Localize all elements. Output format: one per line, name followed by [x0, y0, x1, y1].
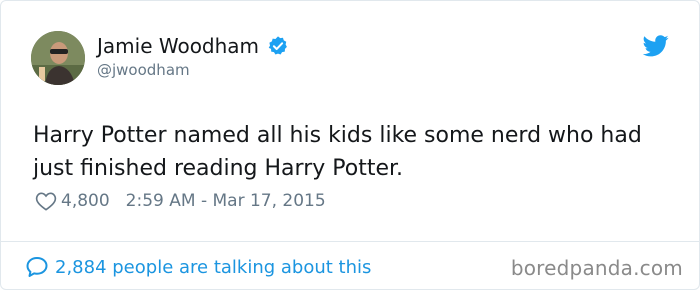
tweet-text: Harry Potter named all his kids like som… [33, 123, 642, 181]
divider [1, 241, 699, 242]
twitter-bird-icon[interactable] [643, 35, 669, 57]
like-count[interactable]: 4,800 [61, 191, 110, 211]
avatar[interactable] [31, 31, 85, 85]
tweet-meta: 4,800 2:59 AM - Mar 17, 2015 [35, 191, 326, 211]
comment-bubble-icon [26, 257, 48, 277]
author-name[interactable]: Jamie Woodham [97, 34, 259, 58]
watermark: boredpanda.com [510, 256, 683, 280]
heart-icon[interactable] [35, 191, 57, 211]
talking-count-text[interactable]: 2,884 people are talking about this [55, 257, 371, 278]
author-name-row: Jamie Woodham [97, 34, 289, 58]
tweet-timestamp[interactable]: 2:59 AM - Mar 17, 2015 [126, 191, 326, 211]
conversation-link[interactable]: 2,884 people are talking about this [25, 255, 371, 279]
tweet-card: Jamie Woodham @jwoodham Harry Potter nam… [0, 0, 700, 290]
verified-badge-icon [268, 36, 287, 55]
avatar-image [31, 31, 85, 85]
author-handle[interactable]: @jwoodham [97, 61, 190, 79]
